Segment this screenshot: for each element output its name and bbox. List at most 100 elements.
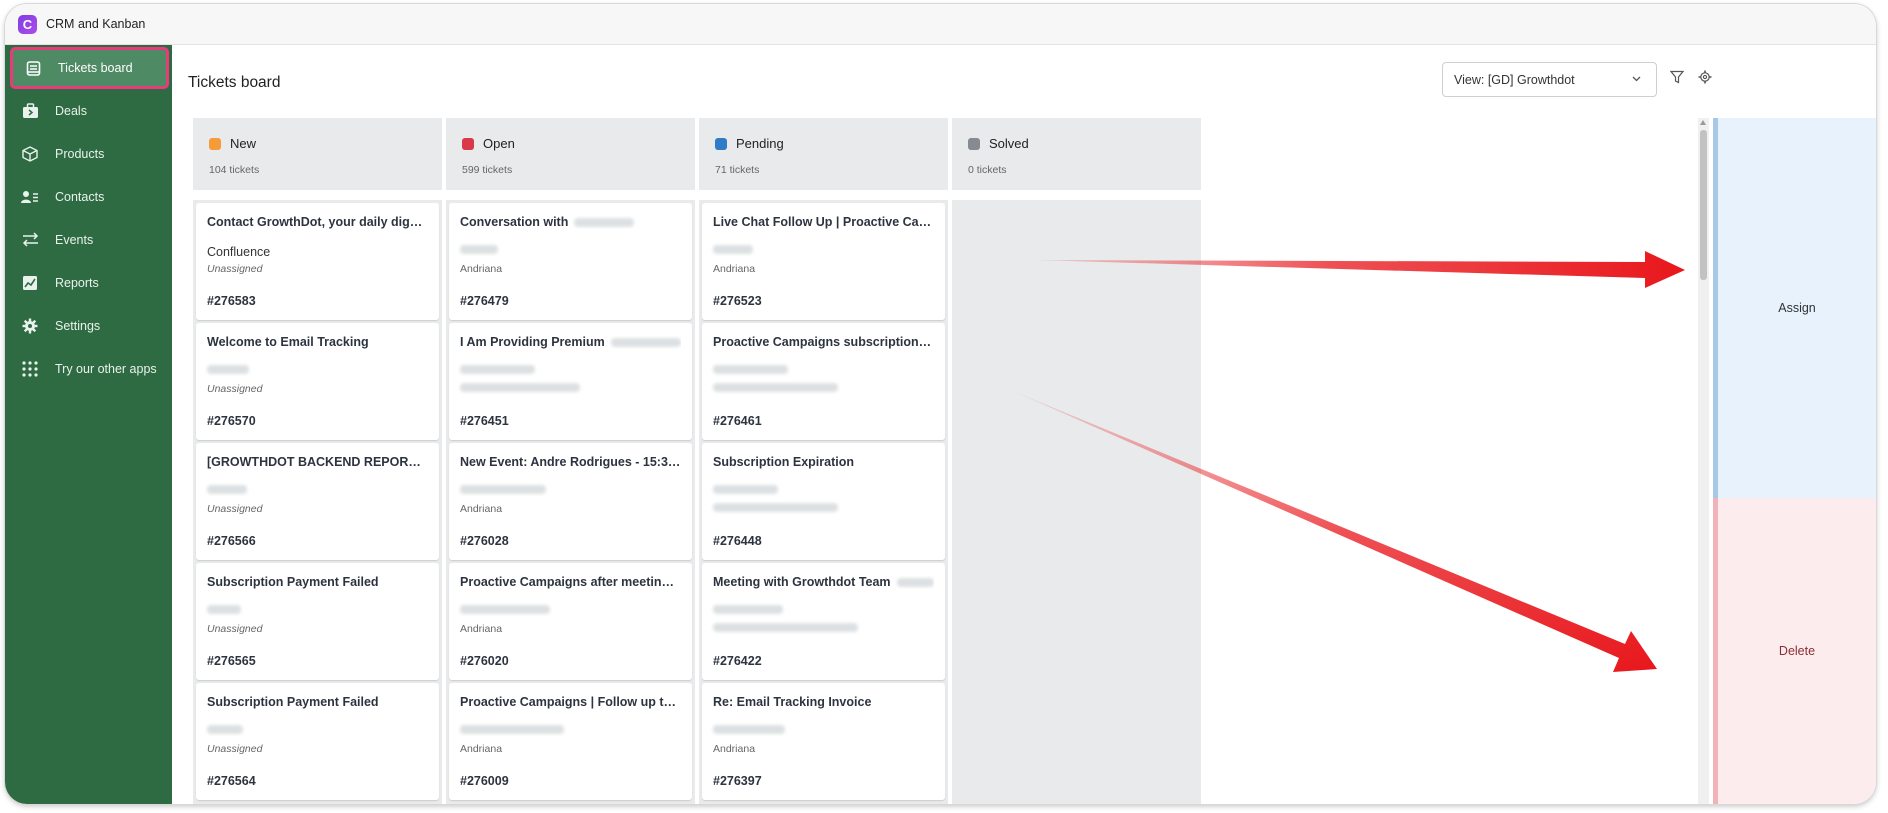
column-body-solved [952, 200, 1201, 804]
column-title: Pending [736, 136, 784, 151]
ticket-subject: Subscription Payment Failed [207, 575, 379, 589]
ticket-card[interactable]: Conversation with Andriana #276479 [449, 203, 692, 320]
ticket-subject-row: Conversation with [460, 215, 681, 229]
ticket-number: #276020 [460, 654, 509, 668]
ticket-number: #276009 [460, 774, 509, 788]
ticket-assignee [713, 383, 934, 396]
ticket-requester [207, 725, 428, 740]
ticket-number: #276570 [207, 414, 256, 428]
ticket-card[interactable]: Subscription Expiration #276448 [702, 443, 945, 560]
column-body-open: Conversation with Andriana #276479 I Am … [446, 200, 695, 804]
sidebar-item-other-apps[interactable]: Try our other apps [5, 347, 172, 390]
ticket-number: #276479 [460, 294, 509, 308]
sidebar-item-settings[interactable]: Settings [5, 304, 172, 347]
gear-icon [1698, 70, 1712, 89]
vertical-scrollbar[interactable] [1698, 118, 1709, 804]
sidebar: Tickets board Deals Products Contacts Ev… [5, 45, 172, 804]
app-title: CRM and Kanban [46, 17, 146, 31]
ticket-number: #276566 [207, 534, 256, 548]
sidebar-item-label: Events [55, 232, 94, 247]
column-count: 0 tickets [968, 164, 1007, 176]
main-content: Tickets board View: [GD] Growthdot New 1… [172, 45, 1876, 804]
ticket-assignee: Unassigned [207, 503, 263, 515]
ticket-card[interactable]: Re: Email Tracking Invoice Andriana #276… [702, 683, 945, 800]
ticket-card[interactable]: Welcome to Email Tracking Unassigned #27… [196, 323, 439, 440]
ticket-assignee: Unassigned [207, 623, 263, 635]
ticket-requester [207, 485, 428, 500]
ticket-subject: Live Chat Follow Up | Proactive Campa... [713, 215, 934, 229]
ticket-card[interactable]: Meeting with Growthdot Team #276422 [702, 563, 945, 680]
sidebar-item-reports[interactable]: Reports [5, 261, 172, 304]
chevron-down-icon [1631, 73, 1642, 87]
ticket-subject: Proactive Campaigns after meeting de... [460, 575, 681, 589]
ticket-card[interactable]: Contact GrowthDot, your daily digest ...… [196, 203, 439, 320]
chart-icon [21, 274, 39, 292]
scrollbar-thumb[interactable] [1700, 130, 1707, 280]
ticket-subject: Proactive Campaigns | Follow up to yo... [460, 695, 681, 709]
column-count: 599 tickets [462, 164, 513, 176]
ticket-card[interactable]: Proactive Campaigns after meeting de... … [449, 563, 692, 680]
sidebar-item-label: Settings [55, 318, 101, 333]
sidebar-item-events[interactable]: Events [5, 218, 172, 261]
ticket-card[interactable]: Live Chat Follow Up | Proactive Campa...… [702, 203, 945, 320]
column-count: 104 tickets [209, 164, 260, 176]
ticket-requester [713, 725, 934, 740]
ticket-number: #276565 [207, 654, 256, 668]
ticket-card[interactable]: I Am Providing Premium #276451 [449, 323, 692, 440]
title-bar: C CRM and Kanban [5, 4, 1876, 45]
box-icon [21, 145, 39, 163]
ticket-number: #276422 [713, 654, 762, 668]
ticket-card[interactable]: [GROWTHDOT BACKEND REPORTS] E... Unassig… [196, 443, 439, 560]
sidebar-item-deals[interactable]: Deals [5, 89, 172, 132]
ticket-card[interactable]: Proactive Campaigns | Follow up to yo...… [449, 683, 692, 800]
view-select[interactable]: View: [GD] Growthdot [1442, 62, 1657, 97]
ticket-subject: Re: Email Tracking Invoice [713, 695, 872, 709]
ticket-assignee: Andriana [460, 623, 503, 635]
ticket-subject: I Am Providing Premium [460, 335, 605, 349]
ticket-card[interactable]: Subscription Payment Failed Unassigned #… [196, 683, 439, 800]
ticket-card[interactable]: New Event: Andre Rodrigues - 15:30 M... … [449, 443, 692, 560]
ticket-subject: Meeting with Growthdot Team [713, 575, 891, 589]
ticket-number: #276564 [207, 774, 256, 788]
assign-label: Assign [1778, 301, 1816, 315]
status-dot [209, 137, 221, 150]
ticket-number: #276523 [713, 294, 762, 308]
status-dot [462, 137, 474, 150]
column-header-solved: Solved 0 tickets [952, 118, 1201, 190]
page-title: Tickets board [188, 74, 281, 91]
filter-icon [1669, 70, 1685, 89]
ticket-subject: Welcome to Email Tracking [207, 335, 369, 349]
ticket-card[interactable]: Proactive Campaigns subscription rene...… [702, 323, 945, 440]
ticket-requester [713, 485, 934, 500]
delete-label: Delete [1778, 644, 1816, 658]
ticket-requester [460, 245, 681, 260]
ticket-number: #276451 [460, 414, 509, 428]
sidebar-item-products[interactable]: Products [5, 132, 172, 175]
ticket-card[interactable]: Subscription Payment Failed Unassigned #… [196, 563, 439, 680]
ticket-requester [713, 245, 934, 260]
delete-drop-zone[interactable]: Delete [1713, 498, 1876, 804]
ticket-subject: Contact GrowthDot, your daily digest ... [207, 215, 428, 229]
sidebar-item-tickets-board[interactable]: Tickets board [10, 47, 169, 89]
ticket-requester [460, 605, 681, 620]
ticket-assignee: Andriana [460, 263, 503, 275]
sidebar-item-contacts[interactable]: Contacts [5, 175, 172, 218]
sidebar-item-label: Products [55, 146, 105, 161]
ticket-number: #276461 [713, 414, 762, 428]
ticket-subject: Proactive Campaigns subscription rene... [713, 335, 934, 349]
ticket-number: #276028 [460, 534, 509, 548]
ticket-subject: Subscription Expiration [713, 455, 854, 469]
app-window: C CRM and Kanban Tickets board Deals Pro… [5, 4, 1876, 804]
filter-button[interactable] [1668, 70, 1686, 88]
app-logo-icon: C [18, 14, 37, 34]
assign-drop-zone[interactable]: Assign [1713, 118, 1876, 498]
column-count: 71 tickets [715, 164, 760, 176]
settings-button[interactable] [1696, 70, 1714, 88]
grid-icon [21, 360, 39, 378]
ticket-subject-row: Meeting with Growthdot Team [713, 575, 934, 589]
scroll-up-icon [1700, 120, 1706, 125]
ticket-assignee [460, 383, 681, 396]
ticket-subject: New Event: Andre Rodrigues - 15:30 M... [460, 455, 681, 469]
ticket-requester [713, 365, 934, 380]
ticket-assignee [713, 623, 934, 636]
